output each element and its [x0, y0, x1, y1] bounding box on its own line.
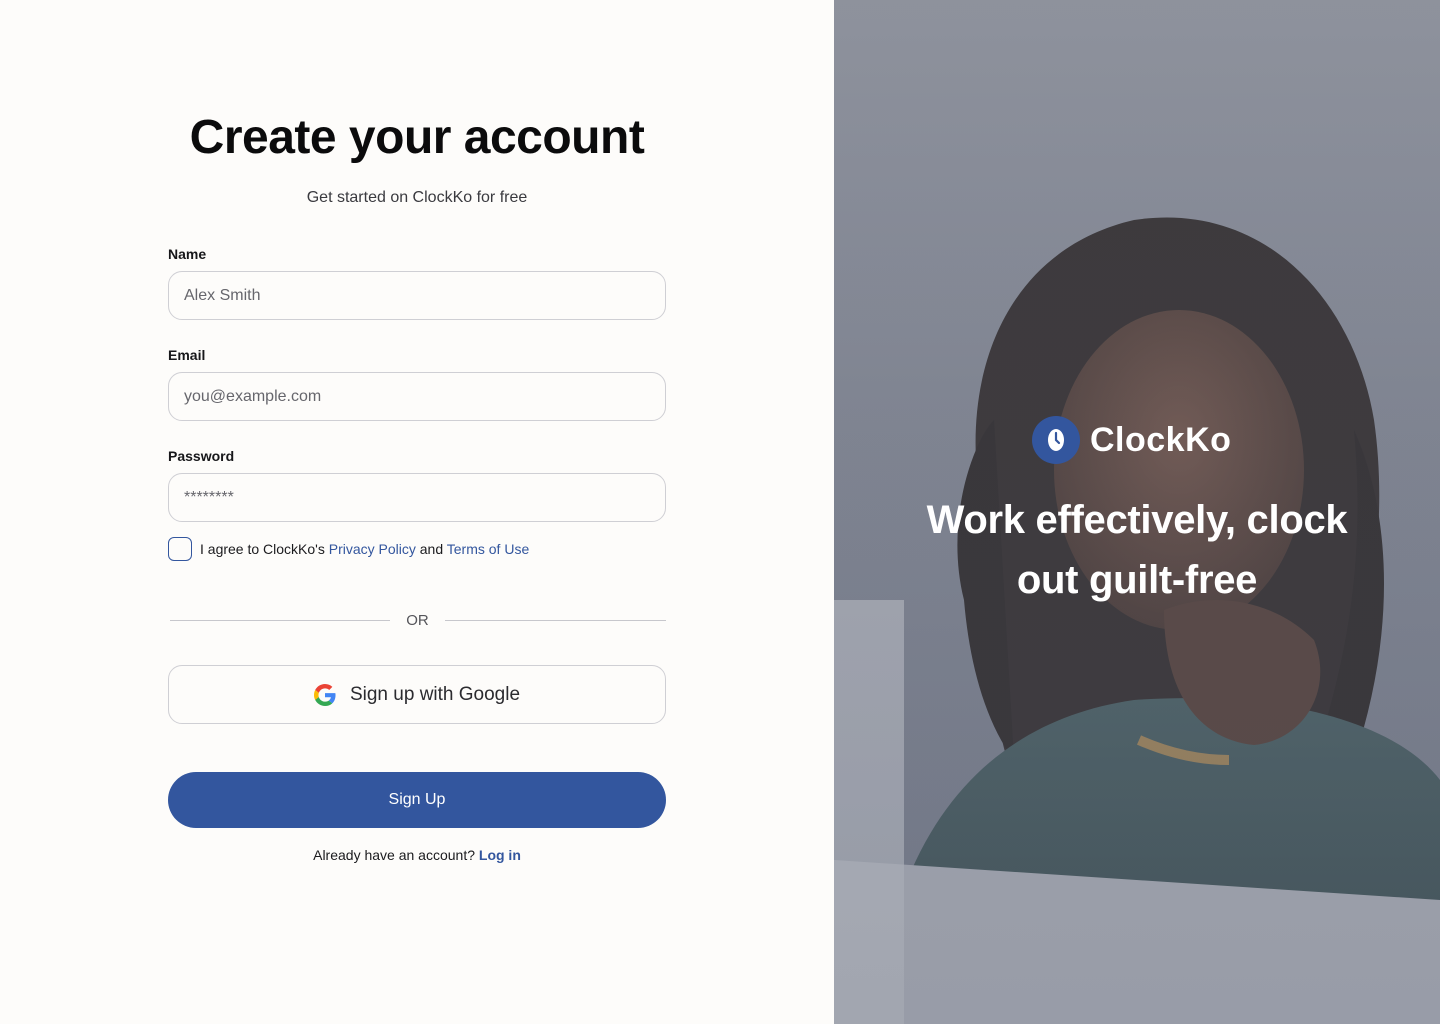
signup-form-panel: Create your account Get started on Clock…	[0, 0, 834, 1024]
agree-middle: and	[415, 541, 447, 557]
terms-of-use-link[interactable]: Terms of Use	[447, 541, 529, 557]
agree-text: I agree to ClockKo's Privacy Policy and …	[200, 540, 529, 558]
brand-name: ClockKo	[1090, 421, 1232, 459]
sign-up-button[interactable]: Sign Up	[168, 772, 666, 828]
login-prompt-text: Already have an account?	[313, 847, 475, 863]
log-in-link[interactable]: Log in	[479, 847, 521, 863]
divider-left	[170, 620, 390, 621]
email-label: Email	[168, 347, 206, 363]
hero-tagline: Work effectively, clock out guilt-free	[834, 490, 1440, 610]
password-label: Password	[168, 448, 235, 464]
tagline-line-1: Work effectively, clock	[926, 498, 1348, 542]
privacy-policy-link[interactable]: Privacy Policy	[329, 541, 416, 557]
page-title: Create your account	[189, 111, 645, 164]
google-icon	[313, 683, 336, 706]
name-input[interactable]	[168, 271, 666, 320]
agree-prefix: I agree to ClockKo's	[200, 541, 329, 557]
name-label: Name	[168, 246, 207, 262]
hero-panel: ClockKo Work effectively, clock out guil…	[834, 0, 1440, 1024]
brand: ClockKo	[1032, 416, 1231, 464]
password-input[interactable]	[168, 473, 666, 522]
email-input[interactable]	[168, 372, 666, 421]
signup-page: Create your account Get started on Clock…	[0, 0, 1440, 1024]
agree-checkbox[interactable]	[168, 537, 192, 561]
google-signup-button[interactable]: Sign up with Google	[168, 665, 666, 724]
google-signup-label: Sign up with Google	[349, 683, 521, 705]
login-prompt: Already have an account? Log in	[0, 846, 834, 864]
page-subtitle: Get started on ClockKo for free	[306, 189, 528, 206]
tagline-line-2: out guilt-free	[1016, 558, 1258, 602]
clockko-logo-icon	[1032, 416, 1080, 464]
divider-right	[445, 620, 666, 621]
or-divider-text: OR	[406, 612, 429, 629]
